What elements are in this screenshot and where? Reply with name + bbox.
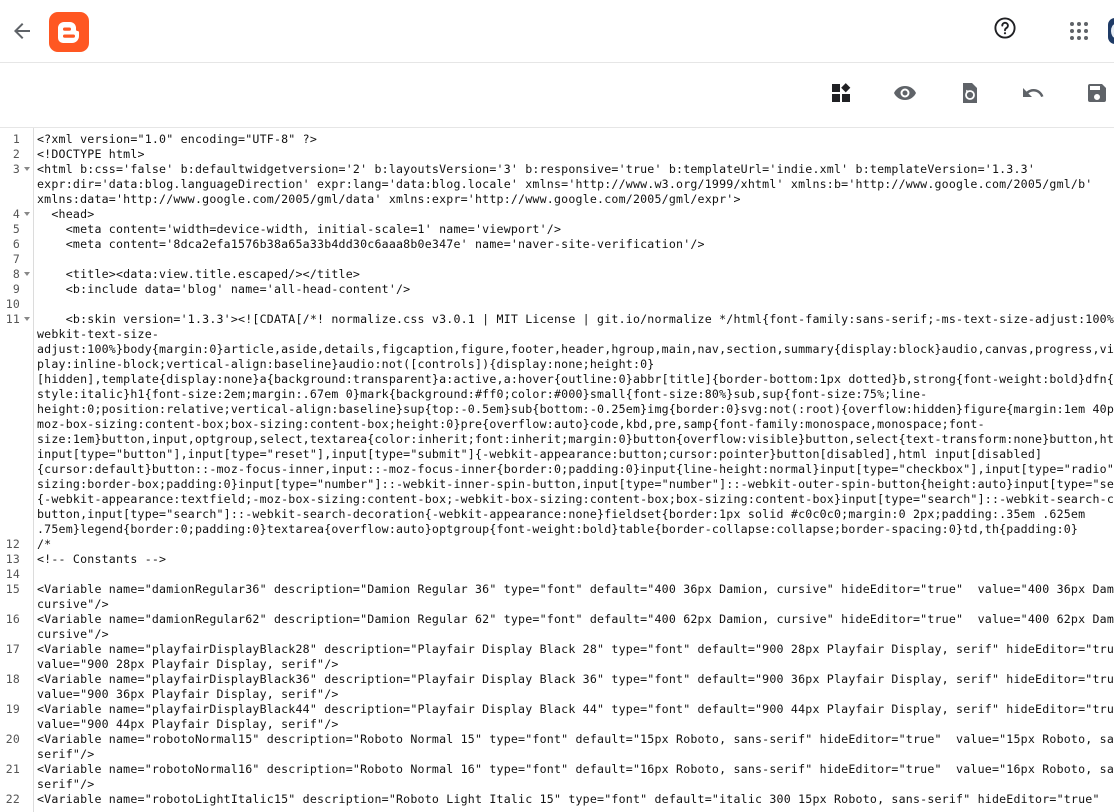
code-line[interactable]: moz-box-sizing:content-box;box-sizing:co…: [37, 417, 1114, 432]
line-number: 7: [12, 252, 20, 266]
code-line[interactable]: sizing:border-box;padding:0}input[type="…: [37, 477, 1114, 492]
line-number: 5: [12, 222, 20, 236]
code-line[interactable]: value="900 28px Playfair Display, serif"…: [37, 657, 1114, 672]
code-line[interactable]: <Variable name="playfairDisplayBlack44" …: [37, 702, 1114, 717]
line-number: 4: [12, 207, 20, 221]
account-avatar[interactable]: [1108, 18, 1114, 44]
code-line[interactable]: <Variable name="robotoNormal16" descript…: [37, 762, 1114, 777]
code-line[interactable]: input[type="button"],input[type="reset"]…: [37, 447, 1114, 462]
blogger-logo-icon: [49, 12, 89, 52]
restore-template-button[interactable]: [957, 81, 981, 105]
blogger-logo[interactable]: [49, 12, 89, 52]
code-line[interactable]: value="900 36px Playfair Display, serif"…: [37, 687, 1114, 702]
code-line[interactable]: size:1em}button,input,optgroup,select,te…: [37, 432, 1114, 447]
line-number: 6: [12, 237, 20, 251]
code-line[interactable]: <!-- Constants -->: [37, 552, 1114, 567]
undo-icon: [1023, 88, 1044, 97]
code-line[interactable]: adjust:100%}body{margin:0}article,aside,…: [37, 342, 1114, 357]
apps-grid-icon: [1070, 22, 1088, 40]
line-number: 14: [5, 567, 20, 581]
code-line[interactable]: cursive"/>: [37, 597, 1114, 612]
code-line[interactable]: webkit-text-size-: [37, 327, 1114, 342]
line-number: 11: [5, 312, 20, 326]
line-number: 10: [5, 297, 20, 311]
code-line[interactable]: <Variable name="playfairDisplayBlack36" …: [37, 672, 1114, 687]
apps-button[interactable]: [1068, 20, 1090, 42]
code-line[interactable]: [hidden],template{display:none}a{backgro…: [37, 372, 1114, 387]
code-line[interactable]: <Variable name="damionRegular62" descrip…: [37, 612, 1114, 627]
jump-to-widget-button[interactable]: [829, 81, 853, 105]
restore-template-icon: [963, 83, 977, 103]
code-line[interactable]: .75em}legend{border:0;padding:0}textarea…: [37, 522, 1114, 537]
editor-toolbar: [0, 63, 1114, 128]
code-line[interactable]: style:italic}h1{font-size:2em;margin:.67…: [37, 387, 1114, 402]
preview-button[interactable]: [893, 81, 917, 105]
fold-toggle-icon[interactable]: [24, 166, 30, 174]
code-line[interactable]: [37, 567, 1114, 582]
line-number: 16: [5, 612, 20, 626]
fold-toggle-icon[interactable]: [24, 271, 30, 279]
code-line[interactable]: <Variable name="playfairDisplayBlack28" …: [37, 642, 1114, 657]
preview-eye-icon: [894, 86, 916, 100]
code-line[interactable]: <b:skin version='1.3.3'><![CDATA[/*! nor…: [37, 312, 1114, 327]
code-line[interactable]: <title><data:view.title.escaped/></title…: [37, 267, 1114, 282]
fold-toggle-icon[interactable]: [24, 211, 30, 219]
code-line[interactable]: value="900 44px Playfair Display, serif"…: [37, 717, 1114, 732]
code-line[interactable]: <?xml version="1.0" encoding="UTF-8" ?>: [37, 132, 1114, 147]
fold-toggle-icon[interactable]: [24, 316, 30, 324]
help-circle-icon: [994, 17, 1016, 39]
save-icon: [1088, 84, 1106, 102]
app-header: [0, 0, 1114, 63]
widgets-jump-icon: [832, 83, 851, 102]
line-number: 2: [12, 147, 20, 161]
code-line[interactable]: {-webkit-appearance:textfield;-moz-box-s…: [37, 492, 1114, 507]
code-line[interactable]: button,input[type="search"]::-webkit-sea…: [37, 507, 1114, 522]
line-number-gutter: 1 2 3 4 5 6 7 8 9 10 11 12 13 14 15 16 17 18 19 20 21 22: [0, 128, 34, 812]
line-number: 18: [5, 672, 20, 686]
code-line[interactable]: height:0;position:relative;vertical-alig…: [37, 402, 1114, 417]
code-content[interactable]: <?xml version="1.0" encoding="UTF-8" ?> <…: [37, 132, 1114, 807]
line-number: 3: [12, 162, 20, 176]
code-line[interactable]: <meta content='width=device-width, initi…: [37, 222, 1114, 237]
code-line[interactable]: <html b:css='false' b:defaultwidgetversi…: [37, 162, 1114, 177]
line-number: 17: [5, 642, 20, 656]
back-button[interactable]: [10, 19, 34, 43]
help-button[interactable]: [993, 16, 1017, 40]
save-button[interactable]: [1085, 81, 1109, 105]
code-line[interactable]: <!DOCTYPE html>: [37, 147, 1114, 162]
line-number: 9: [12, 282, 20, 296]
code-line[interactable]: [37, 297, 1114, 312]
line-number: 8: [12, 267, 20, 281]
line-number: 19: [5, 702, 20, 716]
code-line[interactable]: expr:dir='data:blog.languageDirection' e…: [37, 177, 1114, 192]
line-number: 12: [5, 537, 20, 551]
code-line[interactable]: play:inline-block;vertical-align:baselin…: [37, 357, 1114, 372]
code-editor[interactable]: 1 2 3 4 5 6 7 8 9 10 11 12 13 14 15 16 17 18 19 20 21 22 <?xm…: [0, 128, 1114, 812]
code-line[interactable]: /*: [37, 537, 1114, 552]
code-line[interactable]: xmlns:data='http://www.google.com/2005/g…: [37, 192, 1114, 207]
line-number: 21: [5, 762, 20, 776]
line-number: 1: [12, 132, 20, 146]
line-number: 15: [5, 582, 20, 596]
code-line[interactable]: serif"/>: [37, 747, 1114, 762]
code-line[interactable]: serif"/>: [37, 777, 1114, 792]
code-line[interactable]: <Variable name="robotoLightItalic15" des…: [37, 792, 1114, 807]
arrow-left-icon: [14, 23, 30, 39]
line-number: 20: [5, 732, 20, 746]
code-line[interactable]: <Variable name="damionRegular36" descrip…: [37, 582, 1114, 597]
code-line[interactable]: <b:include data='blog' name='all-head-co…: [37, 282, 1114, 297]
line-number: 22: [5, 792, 20, 806]
code-line[interactable]: {cursor:default}button::-moz-focus-inner…: [37, 462, 1114, 477]
code-line[interactable]: <meta content='8dca2efa1576b38a65a33b4dd…: [37, 237, 1114, 252]
code-line[interactable]: cursive"/>: [37, 627, 1114, 642]
code-line[interactable]: <head>: [37, 207, 1114, 222]
undo-button[interactable]: [1021, 81, 1045, 105]
code-line[interactable]: [37, 252, 1114, 267]
line-number: 13: [5, 552, 20, 566]
code-line[interactable]: <Variable name="robotoNormal15" descript…: [37, 732, 1114, 747]
